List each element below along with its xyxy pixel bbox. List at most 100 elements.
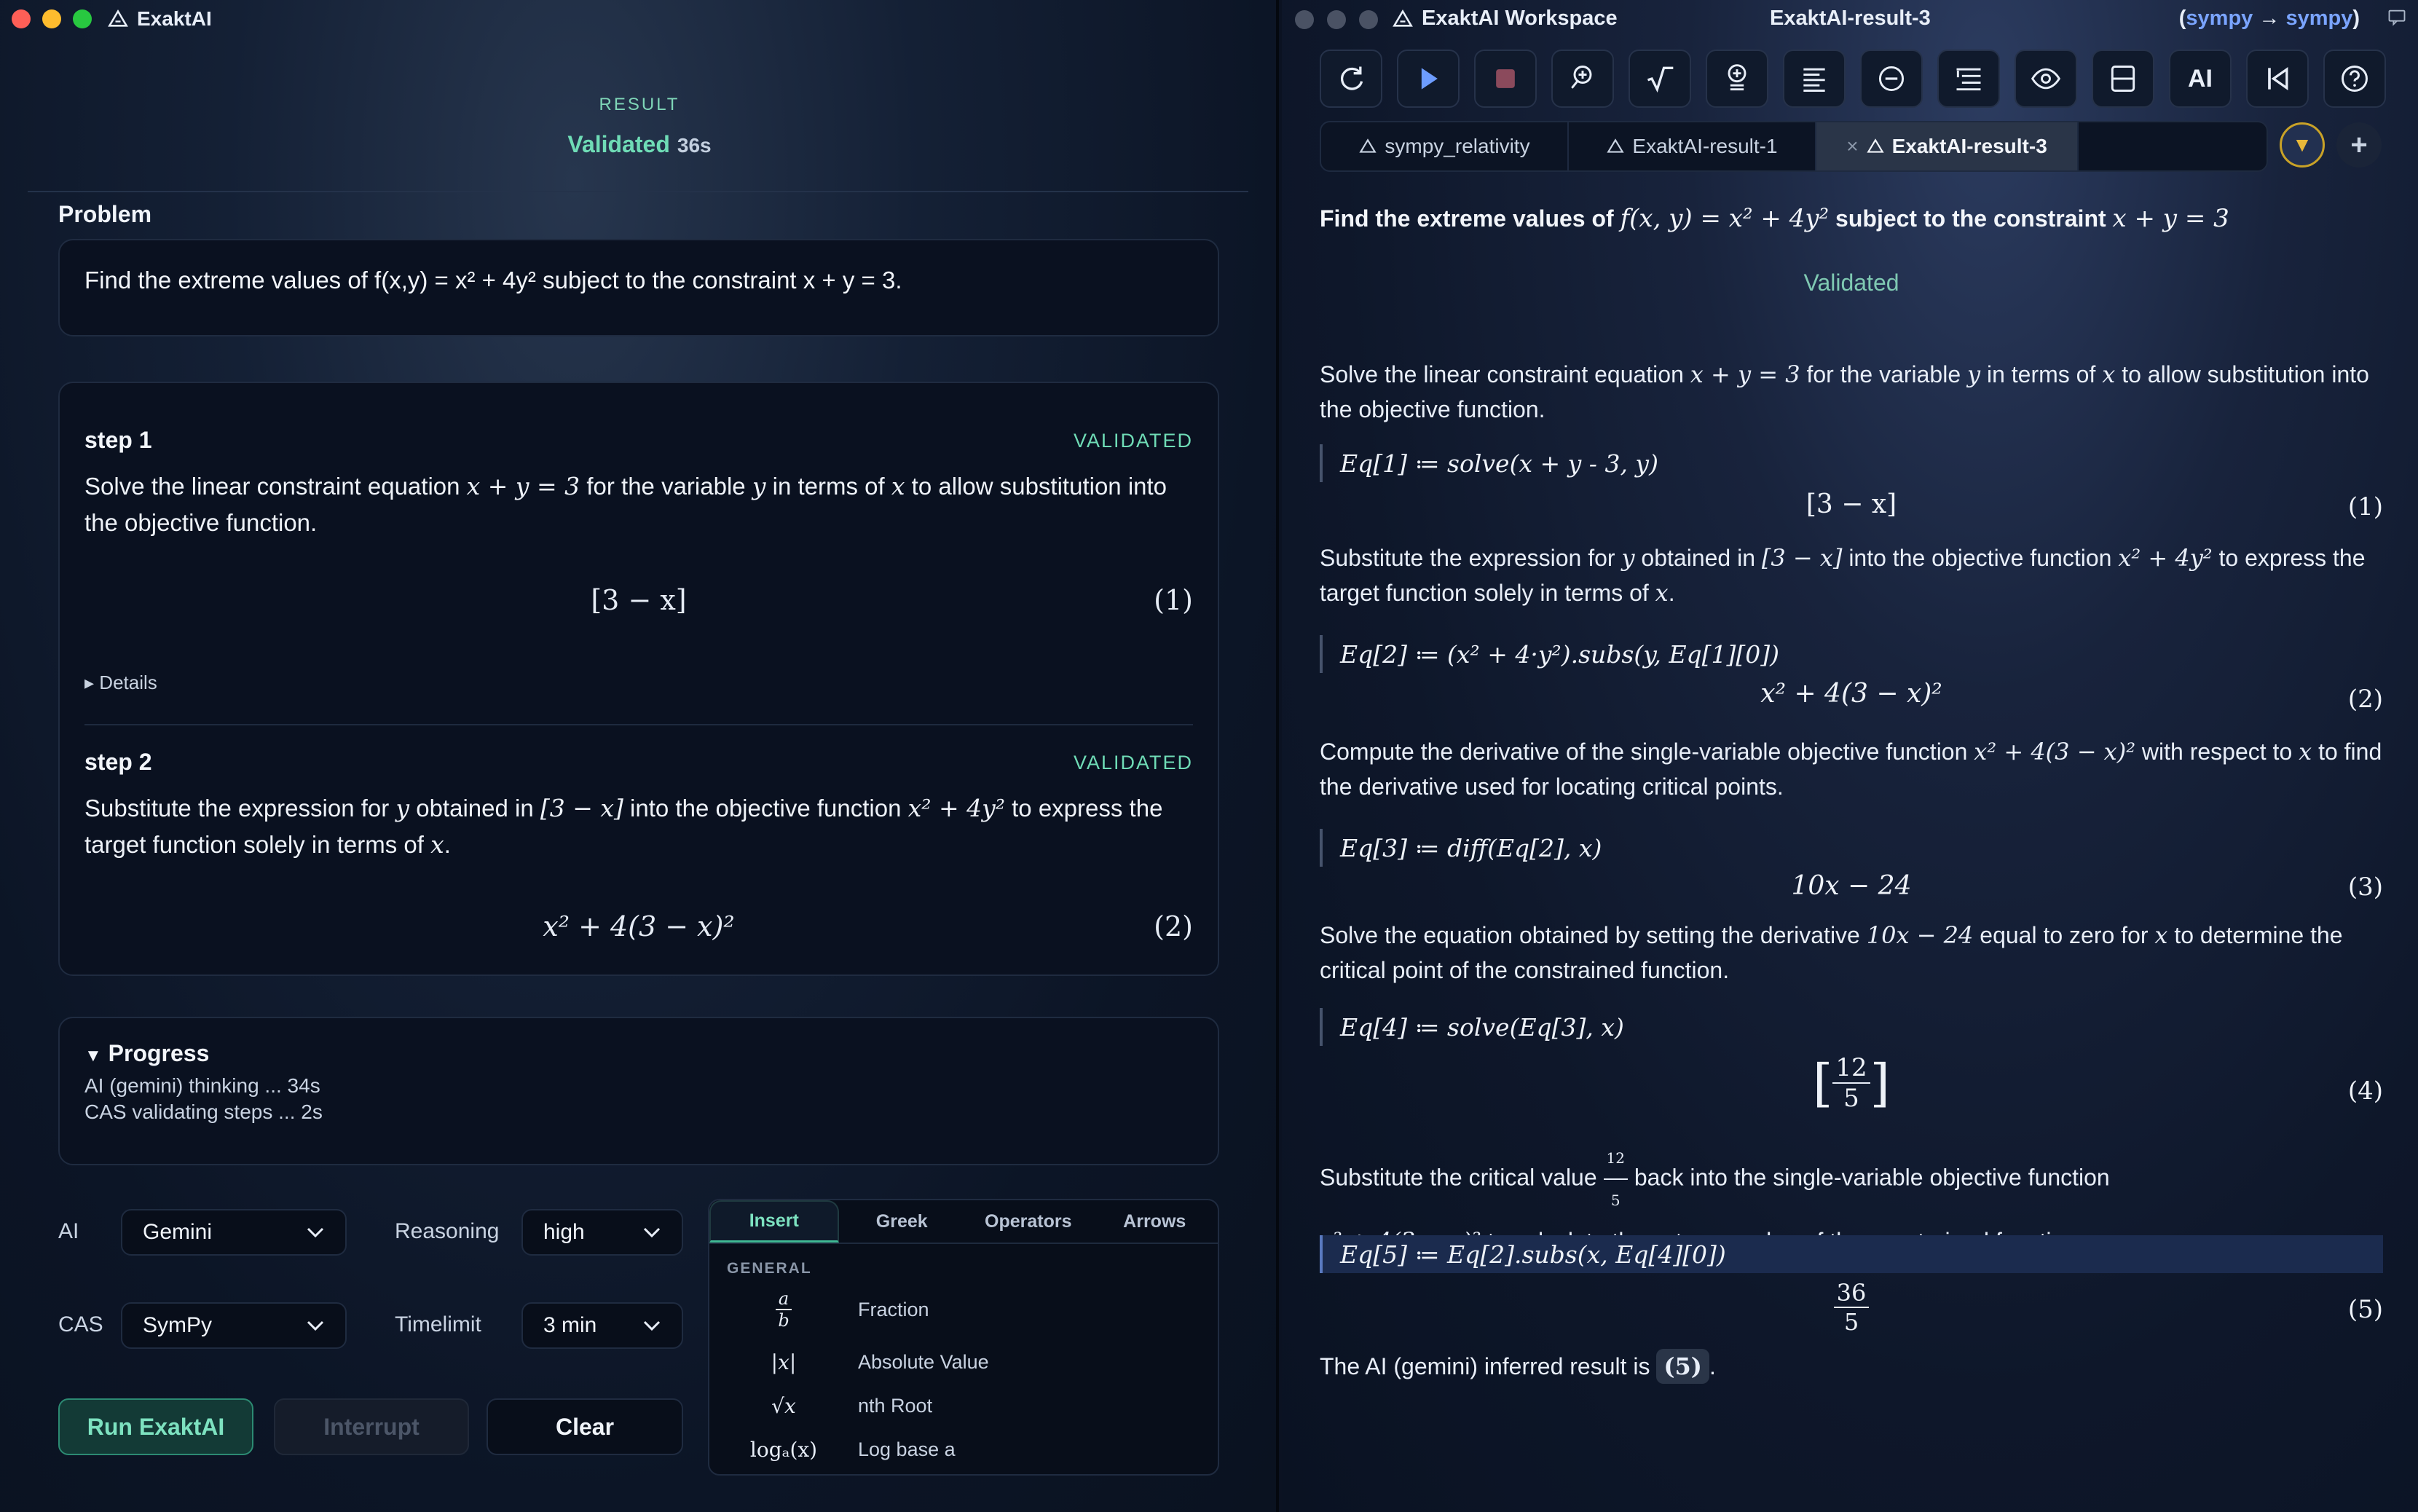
new-tab-button[interactable]: +: [2336, 122, 2382, 168]
progress-toggle[interactable]: ▼ Progress: [84, 1040, 1193, 1067]
comment-icon[interactable]: [2386, 7, 2408, 28]
maximize-window-button[interactable]: [73, 9, 92, 28]
run-exaktai-button[interactable]: Run ExaktAI: [58, 1398, 253, 1455]
progress-panel: ▼ Progress AI (gemini) thinking ... 34s …: [58, 1017, 1219, 1165]
close-window-button[interactable]: [12, 9, 31, 28]
status-text: Validated: [567, 131, 670, 157]
palette-item-log-base[interactable]: logₐ(x) Log base a: [709, 1429, 1218, 1470]
palette-item-nth-root[interactable]: √x nth Root: [709, 1385, 1218, 1426]
heading-text: Find the extreme values of: [1320, 205, 1620, 232]
tab-list-dropdown[interactable]: ▼: [2280, 122, 2325, 168]
tab-operators[interactable]: Operators: [965, 1200, 1092, 1243]
step-status-badge: VALIDATED: [1073, 430, 1193, 452]
tab-arrows[interactable]: Arrows: [1092, 1200, 1218, 1243]
ai-model-select[interactable]: Gemini: [121, 1209, 347, 1256]
steps-panel: step 1 VALIDATED Solve the linear constr…: [58, 382, 1219, 976]
palette-item-absolute-value[interactable]: |x| Absolute Value: [709, 1342, 1218, 1382]
block-description: Solve the linear constraint equation x +…: [1320, 357, 2383, 427]
document-heading: Find the extreme values of f(x, y) = x² …: [1320, 204, 2383, 233]
inline-math: 10x − 24: [1866, 921, 1974, 949]
refresh-button[interactable]: [1320, 50, 1382, 108]
refresh-icon: [1340, 66, 1363, 90]
step-text-part: Solve the linear constraint equation: [84, 473, 467, 500]
align-icon: [1803, 68, 1825, 92]
minus-circle-icon: [1878, 66, 1905, 92]
code-cell[interactable]: Eq[4] ≔ solve(Eq[3], x): [1320, 1008, 2383, 1046]
inline-math: x: [2154, 921, 2168, 949]
step-status-badge: VALIDATED: [1073, 752, 1193, 773]
step-math: x: [430, 830, 444, 859]
tab-sympy-relativity[interactable]: sympy_relativity: [1321, 122, 1569, 170]
text-part: with respect to: [2135, 739, 2299, 765]
text-part: into the objective function: [1842, 545, 2119, 571]
code-cell[interactable]: Eq[1] ≔ solve(x + y - 3, y): [1320, 444, 2383, 482]
workspace-titlebar: ExaktAI Workspace ExaktAI-result-3 (symp…: [1282, 0, 2418, 38]
zoom-in-button[interactable]: [1551, 50, 1614, 108]
cas-environment[interactable]: (sympy → sympy): [2179, 7, 2360, 31]
skip-back-icon: [2268, 66, 2288, 91]
text-part: Substitute the critical value: [1320, 1164, 1604, 1191]
minimize-window-button[interactable]: [1327, 10, 1346, 29]
stop-button[interactable]: [1474, 50, 1537, 108]
result-label: RESULT: [599, 95, 680, 114]
chevron-down-icon: [643, 1227, 661, 1238]
minimize-window-button[interactable]: [42, 9, 61, 28]
cell-output: x² + 4(3 − x)²: [1760, 679, 1942, 709]
inline-math: y: [1967, 361, 1981, 388]
env-source: sympy: [2186, 7, 2253, 30]
sqrt-button[interactable]: [1629, 50, 1691, 108]
workspace-title-text: ExaktAI Workspace: [1422, 7, 1618, 30]
palette-item-fraction[interactable]: ab Fraction: [709, 1283, 1218, 1336]
tab-exaktai-result-1[interactable]: ExaktAI-result-1: [1569, 122, 1816, 170]
env-target: sympy: [2285, 7, 2353, 30]
cas-select[interactable]: SymPy: [121, 1302, 347, 1349]
split-view-button[interactable]: [2092, 50, 2154, 108]
details-toggle[interactable]: ▸ Details: [84, 672, 157, 694]
split-icon: [2111, 66, 2135, 92]
zoom-fit-button[interactable]: [1706, 50, 1768, 108]
reasoning-select[interactable]: high: [521, 1209, 683, 1256]
skip-back-button[interactable]: [2246, 50, 2309, 108]
code-cell[interactable]: Eq[2] ≔ (x² + 4·y²).subs(y, Eq[1][0]): [1320, 635, 2383, 673]
collapse-button[interactable]: [1860, 50, 1923, 108]
app-title: ExaktAI: [137, 7, 212, 30]
code-cell-selected[interactable]: Eq[5] ≔ Eq[2].subs(x, Eq[4][0]): [1320, 1235, 2383, 1273]
text-part: obtained in: [1634, 545, 1762, 571]
code-cell[interactable]: Eq[3] ≔ diff(Eq[2], x): [1320, 829, 2383, 867]
validation-status: Validated: [1803, 269, 1899, 296]
maximize-window-button[interactable]: [1359, 10, 1378, 29]
fraction-denominator: 5: [1843, 1084, 1859, 1113]
result-status: Validated 36s: [0, 131, 1279, 158]
bracket-glyph: ]: [1870, 1053, 1890, 1113]
step-text-part: Substitute the expression for: [84, 795, 396, 822]
clear-button[interactable]: Clear: [487, 1398, 683, 1455]
tab-greek[interactable]: Greek: [839, 1200, 966, 1243]
cas-value: SymPy: [143, 1313, 213, 1337]
close-window-button[interactable]: [1295, 10, 1314, 29]
fraction-numerator: a: [775, 1288, 792, 1310]
bracket-glyph: [: [1813, 1053, 1833, 1113]
tab-insert[interactable]: Insert: [709, 1200, 839, 1243]
problem-input[interactable]: Find the extreme values of f(x,y) = x² +…: [58, 239, 1219, 336]
ai-button[interactable]: AI: [2169, 50, 2232, 108]
interrupt-button[interactable]: Interrupt: [274, 1398, 469, 1455]
block-description: Compute the derivative of the single-var…: [1320, 734, 2383, 804]
ai-label: AI: [58, 1219, 79, 1243]
left-titlebar: ExaktAI: [0, 0, 1276, 38]
cell-output: 10x − 24: [1791, 871, 1912, 901]
inline-math: [3 − x]: [1761, 544, 1843, 572]
details-label: Details: [99, 672, 157, 693]
align-button[interactable]: [1783, 50, 1846, 108]
timelimit-select[interactable]: 3 min: [521, 1302, 683, 1349]
close-tab-icon[interactable]: ×: [1846, 135, 1858, 158]
preview-button[interactable]: [2015, 50, 2077, 108]
equation-reference[interactable]: (5): [1656, 1349, 1709, 1384]
tab-exaktai-result-3[interactable]: × ExaktAI-result-3: [1816, 122, 2079, 170]
final-result-line: The AI (gemini) inferred result is (5).: [1320, 1349, 2383, 1384]
run-button[interactable]: [1397, 50, 1460, 108]
symbol-palette: Insert Greek Operators Arrows GENERAL ab…: [708, 1199, 1219, 1476]
palette-item-label: Log base a: [858, 1438, 956, 1460]
text-part: back into the single-variable objective …: [1627, 1164, 2110, 1191]
help-button[interactable]: [2323, 50, 2386, 108]
outline-button[interactable]: [1937, 50, 2000, 108]
